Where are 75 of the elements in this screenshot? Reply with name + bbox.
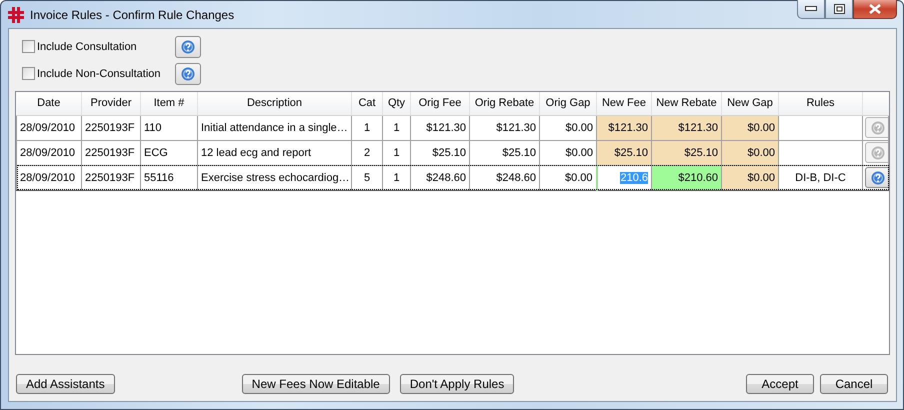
button[interactable]: Accept (746, 374, 814, 394)
checkbox[interactable] (22, 67, 35, 80)
table-cell: 28/09/2010 (16, 165, 82, 190)
table-cell: Initial attendance in a single… (198, 115, 352, 140)
button[interactable]: Add Assistants (16, 374, 115, 394)
column-header[interactable]: Rules (778, 92, 862, 115)
table-cell: 28/09/2010 (16, 115, 82, 140)
table-cell: $0.00 (722, 115, 778, 140)
button[interactable]: New Fees Now Editable (242, 374, 390, 394)
button[interactable]: Cancel (820, 374, 888, 394)
column-header[interactable]: Orig Fee (410, 92, 470, 115)
table-cell: 55116 (140, 165, 198, 190)
table-cell: $248.60 (470, 165, 540, 190)
table-cell: ECG (140, 140, 198, 165)
table-cell: $0.00 (722, 140, 778, 165)
table-cell: 2250193F (82, 165, 140, 190)
column-header[interactable]: Item # (140, 92, 198, 115)
column-header[interactable]: Description (198, 92, 352, 115)
table-cell: $121.30 (652, 115, 722, 140)
help-button[interactable] (865, 167, 888, 188)
table-cell: DI-B, DI-C (778, 165, 862, 190)
maximize-icon (834, 4, 844, 14)
table-cell: 12 lead ecg and report (198, 140, 352, 165)
table-cell: $25.10 (470, 140, 540, 165)
checkbox-label: Include Non-Consultation (37, 68, 161, 80)
column-header[interactable]: Provider (82, 92, 140, 115)
table-cell: 1 (352, 115, 382, 140)
table-cell: Exercise stress echocardiog… (198, 165, 352, 190)
table-row[interactable]: 28/09/2010 2250193F 110 Initial attendance in a single… 1 1 $121.30 $121.30 $0.00 $121.30 $121.30 $0.00 (16, 115, 888, 140)
help-icon (181, 66, 195, 80)
table-cell: $0.00 (722, 165, 778, 190)
table-cell: $25.10 (596, 140, 652, 165)
table-cell: 1 (382, 115, 410, 140)
column-header[interactable]: New Fee (596, 92, 652, 115)
table-cell: 2 (352, 140, 382, 165)
minimize-button[interactable] (797, 0, 825, 19)
table-cell: $121.30 (596, 115, 652, 140)
table-cell: 1 (382, 140, 410, 165)
table-cell: 2250193F (82, 115, 140, 140)
table-cell: $25.10 (652, 140, 722, 165)
maximize-button[interactable] (825, 0, 853, 19)
checkbox-label: Include Consultation (37, 40, 137, 52)
table-cell: 1 (382, 165, 410, 190)
close-button[interactable] (853, 0, 897, 19)
column-header (862, 92, 888, 115)
help-button[interactable] (175, 36, 201, 58)
table-cell: 5 (352, 165, 382, 190)
table-cell: $210.60 (652, 165, 722, 190)
help-icon (871, 170, 885, 184)
table-row[interactable]: 28/09/2010 2250193F 55116 Exercise stress echocardiog… 5 1 $248.60 $248.60 $0.00 210.6 $210.60 $0.00 DI-B, DI-C (16, 165, 888, 190)
table-cell: 28/09/2010 (16, 140, 82, 165)
help-icon (181, 40, 195, 54)
column-header[interactable]: Orig Rebate (470, 92, 540, 115)
column-header[interactable]: Date (16, 92, 82, 115)
table-cell: $25.10 (410, 140, 470, 165)
help-button[interactable] (175, 62, 201, 84)
column-header[interactable]: New Gap (722, 92, 778, 115)
table-cell: 2250193F (82, 140, 140, 165)
table-cell: $121.30 (470, 115, 540, 140)
checkbox[interactable] (22, 40, 35, 53)
button[interactable]: Don't Apply Rules (400, 374, 514, 394)
column-header[interactable]: Qty (382, 92, 410, 115)
column-header[interactable]: New Rebate (652, 92, 722, 115)
table-cell: $248.60 (410, 165, 470, 190)
table-row[interactable]: 28/09/2010 2250193F ECG 12 lead ecg and report 2 1 $25.10 $25.10 $0.00 $25.10 $25.10 $0.00 (16, 140, 888, 165)
table-cell: $121.30 (410, 115, 470, 140)
column-header[interactable]: Cat (352, 92, 382, 115)
cross-icon (8, 6, 24, 22)
help-icon (871, 120, 885, 134)
close-icon (868, 4, 882, 14)
minimize-icon (805, 6, 817, 12)
window-title: Invoice Rules - Confirm Rule Changes (30, 8, 234, 22)
help-icon (871, 146, 885, 160)
table-cell: 110 (140, 115, 198, 140)
column-header[interactable]: Orig Gap (540, 92, 596, 115)
